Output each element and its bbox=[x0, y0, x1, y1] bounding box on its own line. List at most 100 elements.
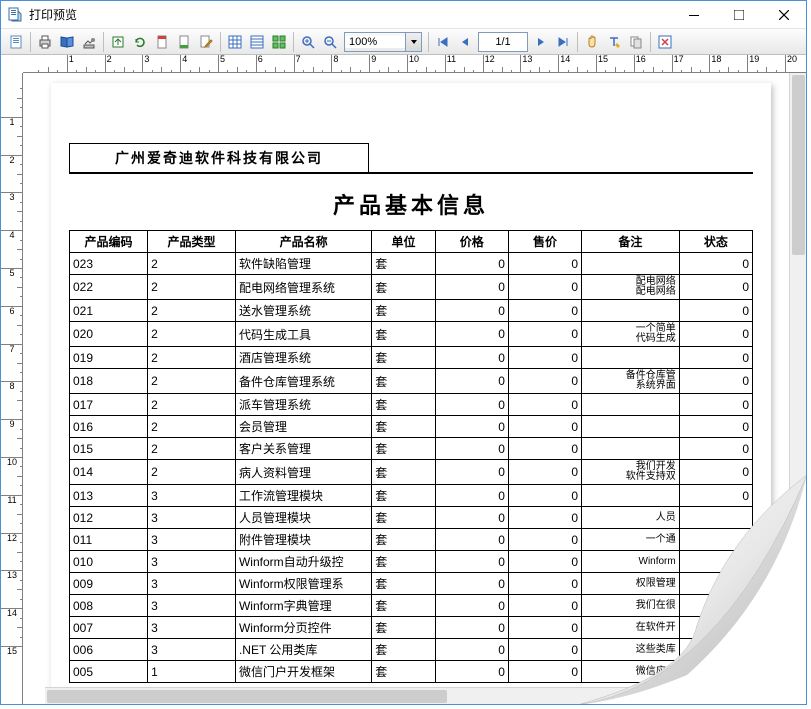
cell: 0 bbox=[508, 347, 581, 369]
thumbnail-icon[interactable] bbox=[268, 31, 290, 53]
cell: 0 bbox=[435, 573, 508, 595]
maximize-button[interactable] bbox=[716, 1, 761, 29]
cell bbox=[582, 438, 680, 460]
cell: Winform bbox=[582, 551, 680, 573]
hand-tool-icon[interactable] bbox=[581, 31, 603, 53]
cell: Winform字典管理 bbox=[235, 595, 371, 617]
cell: 005 bbox=[70, 661, 148, 683]
cell: Winform权限管理系 bbox=[235, 573, 371, 595]
cell: 0 bbox=[508, 300, 581, 322]
zoom-input[interactable] bbox=[345, 36, 405, 48]
table-row: 0192酒店管理系统套000 bbox=[70, 347, 753, 369]
cell: 023 bbox=[70, 253, 148, 275]
window-title: 打印预览 bbox=[29, 6, 77, 23]
titlebar: 打印预览 bbox=[1, 1, 806, 29]
cell: 套 bbox=[372, 347, 435, 369]
page-indicator[interactable]: 1/1 bbox=[478, 32, 528, 52]
table-row: 0093Winform权限管理系套00权限管理 bbox=[70, 573, 753, 595]
cell: 2 bbox=[148, 460, 236, 485]
cell: Winform分页控件 bbox=[235, 617, 371, 639]
cell: 会员管理 bbox=[235, 416, 371, 438]
cell: 006 bbox=[70, 639, 148, 661]
cell: 3 bbox=[148, 485, 236, 507]
minimize-button[interactable] bbox=[671, 1, 716, 29]
cell: 套 bbox=[372, 322, 435, 347]
cell: 在软件开 bbox=[582, 617, 680, 639]
page-green-icon[interactable] bbox=[173, 31, 195, 53]
cell: 套 bbox=[372, 661, 435, 683]
cell bbox=[679, 573, 752, 595]
company-name: 广州爱奇迪软件科技有限公司 bbox=[69, 143, 369, 172]
table-row: 0222配电网络管理系统套00配电网络配电网络0 bbox=[70, 275, 753, 300]
cell: 套 bbox=[372, 369, 435, 394]
cell: 套 bbox=[372, 529, 435, 551]
print-preview-window: 打印预览 1/1 bbox=[0, 0, 807, 705]
document-icon[interactable] bbox=[5, 31, 27, 53]
cell: 0 bbox=[679, 438, 752, 460]
cell: 016 bbox=[70, 416, 148, 438]
cell: 3 bbox=[148, 507, 236, 529]
zoom-dropdown-icon[interactable] bbox=[405, 33, 421, 51]
cell: 套 bbox=[372, 253, 435, 275]
cell: 工作流管理模块 bbox=[235, 485, 371, 507]
cell: 附件管理模块 bbox=[235, 529, 371, 551]
table-row: 0051微信门户开发框架套00微信应用 bbox=[70, 661, 753, 683]
grid-icon[interactable] bbox=[224, 31, 246, 53]
cell: 3 bbox=[148, 639, 236, 661]
cell: 套 bbox=[372, 617, 435, 639]
horizontal-scrollbar[interactable] bbox=[45, 687, 789, 704]
export-up-icon[interactable] bbox=[107, 31, 129, 53]
cell: 0 bbox=[435, 551, 508, 573]
cell: 3 bbox=[148, 617, 236, 639]
horizontal-ruler: 1234567891011121314151617181920 bbox=[23, 55, 806, 73]
zoom-combo[interactable] bbox=[344, 32, 422, 52]
last-page-icon[interactable] bbox=[552, 31, 574, 53]
text-select-icon[interactable] bbox=[603, 31, 625, 53]
cell: 酒店管理系统 bbox=[235, 347, 371, 369]
column-header: 单位 bbox=[372, 231, 435, 253]
vertical-scrollbar[interactable] bbox=[789, 73, 806, 704]
list-icon[interactable] bbox=[246, 31, 268, 53]
cell: 0 bbox=[435, 438, 508, 460]
zoom-out-icon[interactable] bbox=[319, 31, 341, 53]
cell: 2 bbox=[148, 300, 236, 322]
table-row: 0073Winform分页控件套00在软件开 bbox=[70, 617, 753, 639]
edit-page-icon[interactable] bbox=[195, 31, 217, 53]
table-row: 0152客户关系管理套000 bbox=[70, 438, 753, 460]
cell: 0 bbox=[679, 394, 752, 416]
preview-canvas[interactable]: 广州爱奇迪软件科技有限公司 产品基本信息 产品编码产品类型产品名称单位价格售价备… bbox=[23, 73, 806, 704]
cell: 0 bbox=[435, 639, 508, 661]
table-row: 0113附件管理模块套00一个通 bbox=[70, 529, 753, 551]
page-red-icon[interactable] bbox=[151, 31, 173, 53]
settings-icon[interactable] bbox=[78, 31, 100, 53]
column-header: 售价 bbox=[508, 231, 581, 253]
cell: 配电网络配电网络 bbox=[582, 275, 680, 300]
cell bbox=[679, 551, 752, 573]
app-icon bbox=[7, 7, 23, 23]
print-icon[interactable] bbox=[34, 31, 56, 53]
copy-icon[interactable] bbox=[625, 31, 647, 53]
cell: 012 bbox=[70, 507, 148, 529]
vertical-ruler: 123456789101112131415 bbox=[1, 73, 23, 704]
cell: 0 bbox=[679, 485, 752, 507]
cell: 派车管理系统 bbox=[235, 394, 371, 416]
cell: 套 bbox=[372, 573, 435, 595]
scrollbar-thumb[interactable] bbox=[47, 690, 447, 703]
close-preview-icon[interactable] bbox=[654, 31, 676, 53]
open-book-icon[interactable] bbox=[56, 31, 78, 53]
cell: 013 bbox=[70, 485, 148, 507]
prev-page-icon[interactable] bbox=[454, 31, 476, 53]
cell: 0 bbox=[679, 369, 752, 394]
first-page-icon[interactable] bbox=[432, 31, 454, 53]
next-page-icon[interactable] bbox=[530, 31, 552, 53]
scrollbar-thumb[interactable] bbox=[792, 75, 805, 255]
cell: 套 bbox=[372, 438, 435, 460]
column-header: 备注 bbox=[582, 231, 680, 253]
cell: 014 bbox=[70, 460, 148, 485]
zoom-in-icon[interactable] bbox=[297, 31, 319, 53]
cell: 3 bbox=[148, 529, 236, 551]
column-header: 价格 bbox=[435, 231, 508, 253]
refresh-icon[interactable] bbox=[129, 31, 151, 53]
cell: 0 bbox=[679, 300, 752, 322]
close-button[interactable] bbox=[761, 1, 806, 29]
